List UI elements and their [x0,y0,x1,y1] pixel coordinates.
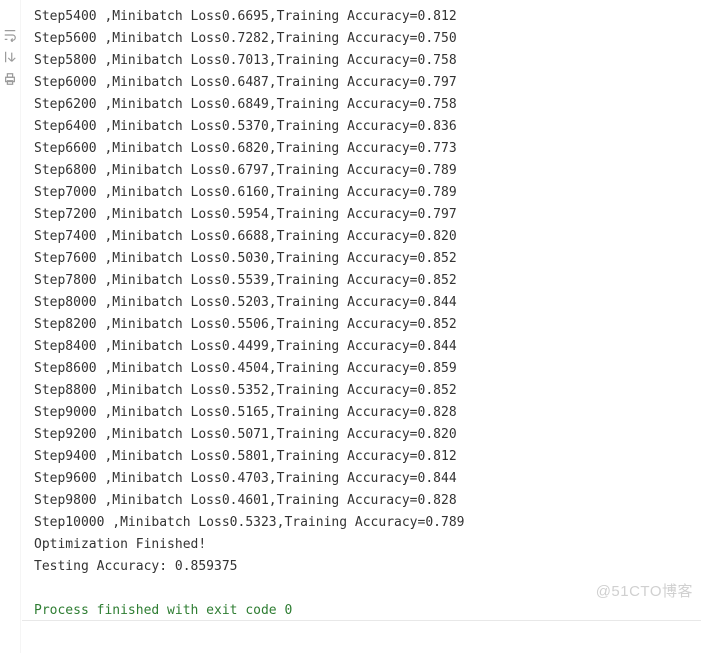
console-output[interactable]: Step5400 ,Minibatch Loss0.6695,Training … [34,6,697,622]
log-line: Step6800 ,Minibatch Loss0.6797,Training … [34,160,697,182]
log-line: Step8400 ,Minibatch Loss0.4499,Training … [34,336,697,358]
log-line: Testing Accuracy: 0.859375 [34,556,697,578]
gutter [0,0,21,653]
log-line: Step8000 ,Minibatch Loss0.5203,Training … [34,292,697,314]
log-line: Step9600 ,Minibatch Loss0.4703,Training … [34,468,697,490]
log-line: Step10000 ,Minibatch Loss0.5323,Training… [34,512,697,534]
log-line: Step6600 ,Minibatch Loss0.6820,Training … [34,138,697,160]
log-line: Step7000 ,Minibatch Loss0.6160,Training … [34,182,697,204]
exit-message: Process finished with exit code 0 [34,600,697,622]
print-icon[interactable] [3,72,17,86]
log-line: Step5800 ,Minibatch Loss0.7013,Training … [34,50,697,72]
log-line: Step9000 ,Minibatch Loss0.5165,Training … [34,402,697,424]
log-line: Step9200 ,Minibatch Loss0.5071,Training … [34,424,697,446]
scroll-to-end-icon[interactable] [3,50,17,64]
log-line: Step6400 ,Minibatch Loss0.5370,Training … [34,116,697,138]
log-line: Step9800 ,Minibatch Loss0.4601,Training … [34,490,697,512]
divider [22,620,701,621]
wrap-text-icon[interactable] [3,28,17,42]
log-line: Step5600 ,Minibatch Loss0.7282,Training … [34,28,697,50]
log-line: Step7600 ,Minibatch Loss0.5030,Training … [34,248,697,270]
log-line: Step6000 ,Minibatch Loss0.6487,Training … [34,72,697,94]
log-line: Step6200 ,Minibatch Loss0.6849,Training … [34,94,697,116]
log-line: Step7400 ,Minibatch Loss0.6688,Training … [34,226,697,248]
log-line: Step5400 ,Minibatch Loss0.6695,Training … [34,6,697,28]
log-line: Step8600 ,Minibatch Loss0.4504,Training … [34,358,697,380]
log-line: Optimization Finished! [34,534,697,556]
log-line: Step8200 ,Minibatch Loss0.5506,Training … [34,314,697,336]
log-line: Step8800 ,Minibatch Loss0.5352,Training … [34,380,697,402]
log-line: Step7200 ,Minibatch Loss0.5954,Training … [34,204,697,226]
log-line: Step9400 ,Minibatch Loss0.5801,Training … [34,446,697,468]
log-line: Step7800 ,Minibatch Loss0.5539,Training … [34,270,697,292]
